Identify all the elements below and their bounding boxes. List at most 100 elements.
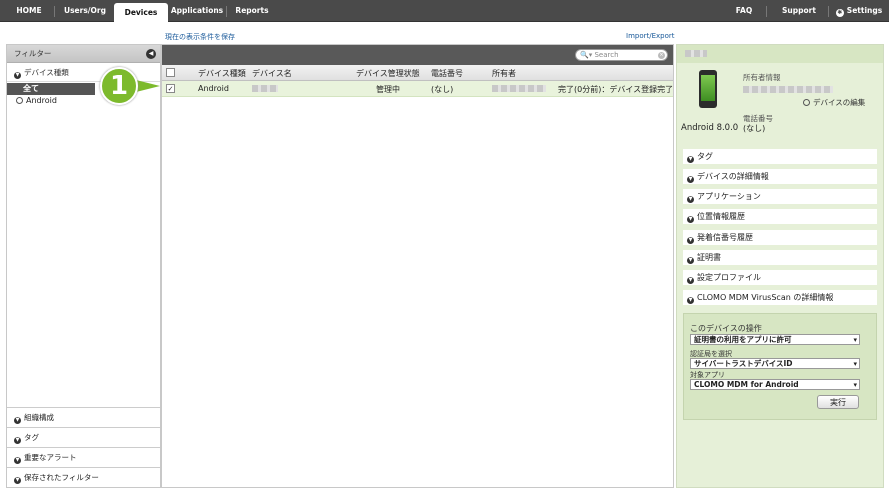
edit-device-link[interactable]: デバイスの編集 bbox=[803, 97, 865, 108]
section-label: タグ bbox=[697, 152, 713, 161]
column-management-status[interactable]: デバイス管理状態 bbox=[356, 68, 420, 79]
section-call-history[interactable]: ▼ 発着信番号履歴 bbox=[683, 230, 877, 245]
nav-settings[interactable]: ✱ Settings bbox=[832, 0, 886, 22]
column-device-name[interactable]: デバイス名 bbox=[252, 68, 292, 79]
select-all-checkbox[interactable] bbox=[166, 68, 175, 77]
chevron-down-icon: ▼ bbox=[687, 176, 694, 183]
target-app-select-value: CLOMO MDM for Android bbox=[694, 380, 799, 389]
nav-faq[interactable]: FAQ bbox=[728, 0, 760, 22]
search-icon: 🔍▾ bbox=[580, 51, 593, 59]
section-config-profiles[interactable]: ▼ 設定プロファイル bbox=[683, 270, 877, 285]
cell-device-type: Android bbox=[198, 84, 229, 93]
section-device-details[interactable]: ▼ デバイスの詳細情報 bbox=[683, 169, 877, 184]
tab-devices[interactable]: Devices bbox=[114, 3, 168, 23]
chevron-down-icon: ▼ bbox=[687, 156, 694, 163]
phone-value: (なし) bbox=[743, 124, 766, 133]
section-label: 証明書 bbox=[697, 253, 721, 262]
target-app-select[interactable]: CLOMO MDM for Android ▾ bbox=[690, 379, 860, 390]
nav-divider bbox=[766, 6, 767, 17]
tag-section[interactable]: ▼ タグ bbox=[7, 427, 160, 447]
operation-select[interactable]: 証明書の利用をアプリに許可 ▾ bbox=[690, 334, 860, 345]
tab-applications[interactable]: Applications bbox=[170, 0, 224, 22]
tab-users-org[interactable]: Users/Org bbox=[58, 0, 112, 22]
cell-device-name bbox=[252, 84, 278, 93]
device-detail-panel: Android 8.0.0 所有者情報 デバイスの編集 電話番号 (なし) ▼ タ… bbox=[676, 44, 884, 488]
chevron-down-icon: ▼ bbox=[14, 437, 21, 444]
org-structure-section[interactable]: ▼ 組織構成 bbox=[7, 407, 160, 427]
grid-toolbar: 🔍▾ Search × bbox=[162, 45, 673, 65]
cell-status-note: 完了(0分前)：デバイス登録完了 bbox=[558, 85, 674, 94]
column-owner[interactable]: 所有者 bbox=[492, 68, 516, 79]
section-label: 設定プロファイル bbox=[697, 273, 761, 282]
chevron-down-icon: ▼ bbox=[687, 196, 694, 203]
cell-status: 管理中 bbox=[376, 85, 400, 94]
section-label: 発着信番号履歴 bbox=[697, 233, 753, 242]
ca-select-value: サイバートラストデバイスID bbox=[694, 359, 793, 368]
run-button[interactable]: 実行 bbox=[817, 395, 859, 409]
chevron-down-icon: ▼ bbox=[14, 457, 21, 464]
cell-phone: (なし) bbox=[431, 85, 454, 94]
clear-icon[interactable]: × bbox=[658, 52, 665, 59]
column-device-type[interactable]: デバイス種類 bbox=[198, 68, 246, 79]
filter-panel: フィルター ◀ ▼ デバイス種類 全て Android ▼ 組織構成 ▼ タグ ▼ 重要… bbox=[6, 44, 161, 488]
filter-title: フィルター bbox=[14, 49, 52, 58]
section-label: CLOMO MDM VirusScan の詳細情報 bbox=[697, 293, 834, 302]
section-label: 保存されたフィルター bbox=[24, 473, 99, 482]
tab-home[interactable]: HOME bbox=[8, 0, 50, 22]
chevron-down-icon: ▼ bbox=[687, 257, 694, 264]
collapse-panel-icon[interactable]: ◀ bbox=[146, 49, 156, 59]
saved-filters-section[interactable]: ▼ 保存されたフィルター bbox=[7, 467, 160, 487]
annotation-arrow bbox=[136, 80, 160, 92]
device-detail-title bbox=[677, 45, 883, 63]
section-label: 組織構成 bbox=[24, 413, 54, 422]
search-input[interactable]: 🔍▾ Search × bbox=[575, 49, 668, 61]
section-tags[interactable]: ▼ タグ bbox=[683, 149, 877, 164]
device-operations: このデバイスの操作 証明書の利用をアプリに許可 ▾ 認証局を選択 サイバートラスト… bbox=[683, 313, 877, 420]
device-type-section-label: デバイス種類 bbox=[24, 68, 69, 77]
nav-settings-label: Settings bbox=[846, 6, 883, 15]
row-checkbox[interactable]: ✓ bbox=[166, 84, 175, 93]
edit-icon bbox=[803, 99, 810, 106]
operation-select-value: 証明書の利用をアプリに許可 bbox=[694, 335, 792, 344]
chevron-down-icon: ▼ bbox=[687, 237, 694, 244]
search-placeholder: Search bbox=[594, 51, 619, 59]
filter-item-android[interactable]: Android bbox=[7, 95, 160, 107]
chevron-down-icon: ▼ bbox=[687, 297, 694, 304]
section-applications[interactable]: ▼ アプリケーション bbox=[683, 189, 877, 204]
annotation-marker: 1 bbox=[100, 67, 138, 105]
section-label: 重要なアラート bbox=[24, 453, 77, 462]
device-os: Android 8.0.0 bbox=[681, 123, 739, 133]
chevron-down-icon: ▼ bbox=[14, 417, 21, 424]
import-export-link[interactable]: Import/Export bbox=[626, 32, 675, 40]
chevron-down-icon: ▼ bbox=[687, 277, 694, 284]
section-certificates[interactable]: ▼ 証明書 bbox=[683, 250, 877, 265]
chevron-down-icon: ▾ bbox=[853, 360, 857, 368]
section-virusscan[interactable]: ▼ CLOMO MDM VirusScan の詳細情報 bbox=[683, 290, 877, 305]
filter-item-android-label: Android bbox=[26, 96, 57, 105]
column-phone[interactable]: 電話番号 bbox=[431, 68, 463, 79]
chevron-down-icon: ▼ bbox=[687, 216, 694, 223]
ca-select[interactable]: サイバートラストデバイスID ▾ bbox=[690, 358, 860, 369]
nav-support[interactable]: Support bbox=[774, 0, 824, 22]
nav-divider bbox=[828, 6, 829, 17]
tab-reports[interactable]: Reports bbox=[230, 0, 274, 22]
section-label: デバイスの詳細情報 bbox=[697, 172, 769, 181]
grid-header: デバイス種類 デバイス名 デバイス管理状態 電話番号 所有者 bbox=[162, 65, 673, 81]
operations-title: このデバイスの操作 bbox=[690, 324, 762, 333]
owner-value bbox=[743, 85, 833, 94]
alerts-section[interactable]: ▼ 重要なアラート bbox=[7, 447, 160, 467]
section-location-history[interactable]: ▼ 位置情報履歴 bbox=[683, 209, 877, 224]
cell-owner bbox=[492, 84, 546, 93]
table-row[interactable]: ✓ Android 管理中 (なし) 完了(0分前)：デバイス登録完了 bbox=[162, 81, 673, 97]
save-view-link[interactable]: 現在の表示条件を保存 bbox=[165, 32, 235, 42]
android-phone-icon bbox=[699, 70, 717, 108]
nav-divider bbox=[54, 6, 55, 17]
chevron-down-icon: ▾ bbox=[853, 336, 857, 344]
device-grid: 🔍▾ Search × デバイス種類 デバイス名 デバイス管理状態 電話番号 所有… bbox=[161, 44, 674, 488]
top-navigation: HOME Users/Org Devices Applications Repo… bbox=[0, 0, 889, 23]
filter-item-all[interactable]: 全て bbox=[7, 83, 95, 95]
expand-icon bbox=[16, 97, 23, 104]
nav-divider bbox=[226, 6, 227, 17]
chevron-down-icon: ▾ bbox=[853, 381, 857, 389]
gear-icon: ✱ bbox=[835, 9, 844, 17]
